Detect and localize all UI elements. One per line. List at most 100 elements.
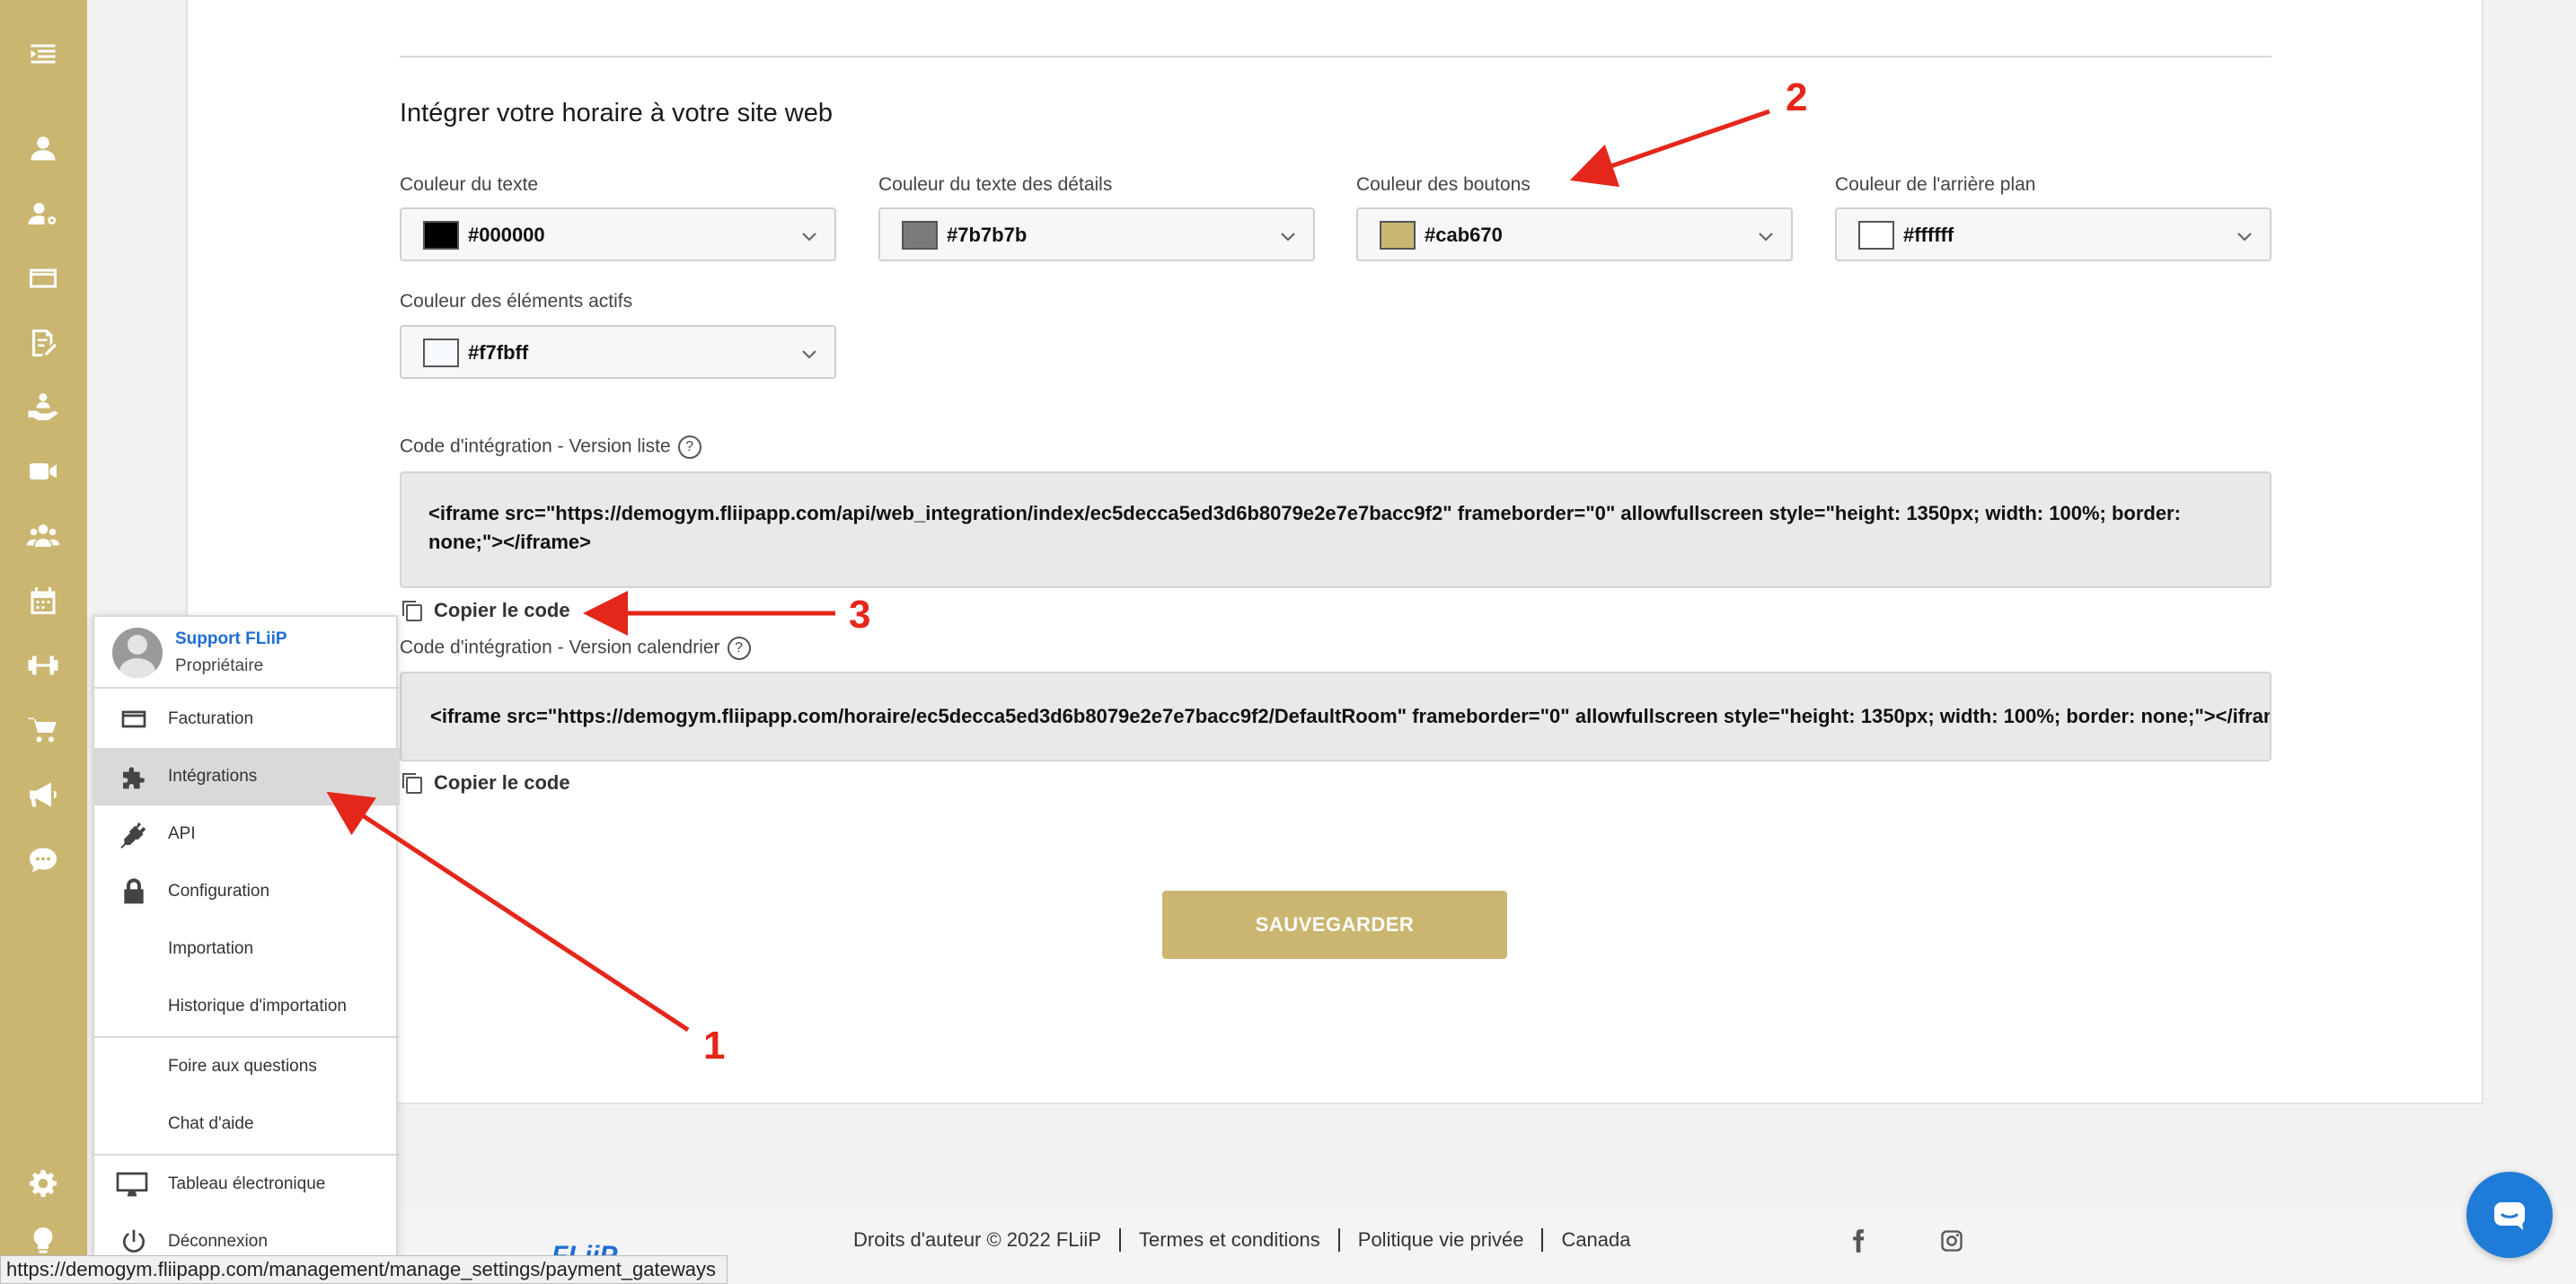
chat-icon <box>2494 1202 2525 1230</box>
menu-item-api[interactable]: API <box>94 805 400 863</box>
user-dropdown-menu: Support FLiiP Propriétaire Facturation I… <box>93 615 400 1262</box>
footer-separator <box>1337 1228 1340 1252</box>
megaphone-icon[interactable] <box>25 777 61 813</box>
color-swatch <box>902 221 938 250</box>
menu-item-configuration[interactable]: Configuration <box>94 863 400 920</box>
lightbulb-icon[interactable] <box>25 1223 61 1259</box>
copy-list-code-button[interactable]: Copier le code <box>400 598 570 623</box>
list-code-box[interactable]: <iframe src="https://demogym.fliipapp.co… <box>400 471 2272 588</box>
list-code-label: Code d'intégration - Version liste? <box>400 435 701 459</box>
chevron-down-icon <box>1757 227 1775 245</box>
menu-item-label: Chat d'aide <box>168 1114 254 1133</box>
user-name[interactable]: Support FLiiP <box>175 629 287 649</box>
copy-list-code-label: Copier le code <box>434 599 570 621</box>
button-color-label: Couleur des boutons <box>1356 174 1531 195</box>
chat-bubble-button[interactable] <box>2466 1172 2553 1258</box>
privacy-link[interactable]: Politique vie privée <box>1358 1228 1524 1252</box>
copy-calendar-code-label: Copier le code <box>434 771 570 794</box>
chevron-down-icon <box>2236 227 2254 245</box>
menu-item-label: Foire aux questions <box>168 1057 317 1076</box>
text-color-label: Couleur du texte <box>400 174 539 195</box>
gear-icon[interactable] <box>25 1165 61 1201</box>
save-button[interactable]: SAUVEGARDER <box>1162 891 1507 959</box>
user-icon[interactable] <box>25 130 61 166</box>
active-elements-color-value: #f7fbff <box>468 341 529 364</box>
menu-item-import-history[interactable]: Historique d'importation <box>94 978 400 1035</box>
list-code-label-text: Code d'intégration - Version liste <box>400 435 671 457</box>
monitor-icon <box>114 1170 150 1199</box>
copy-icon <box>402 773 422 794</box>
power-icon <box>119 1227 148 1256</box>
menu-item-label: Déconnexion <box>168 1232 268 1251</box>
menu-item-label: Historique d'importation <box>168 997 347 1016</box>
menu-item-importation[interactable]: Importation <box>94 920 400 978</box>
section-divider <box>400 56 2272 57</box>
calendar-icon[interactable] <box>25 583 61 619</box>
annotation-number-3: 3 <box>849 593 871 637</box>
calendar-code-box[interactable]: <iframe src="https://demogym.fliipapp.co… <box>400 672 2272 761</box>
section-title: Intégrer votre horaire à votre site web <box>400 99 833 128</box>
footer-links: Droits d'auteur © 2022 FLiiP Termes et c… <box>853 1228 1631 1252</box>
dumbbell-icon[interactable] <box>25 647 61 683</box>
cart-icon[interactable] <box>25 712 61 748</box>
menu-item-electronic-board[interactable]: Tableau électronique <box>94 1156 400 1213</box>
menu-item-integrations[interactable]: Intégrations <box>94 748 400 805</box>
menu-item-label: Tableau électronique <box>168 1174 326 1193</box>
status-bar-url: https://demogym.fliipapp.com/management/… <box>0 1255 728 1284</box>
footer-separator <box>1541 1228 1544 1252</box>
background-color-label: Couleur de l'arrière plan <box>1835 174 2036 195</box>
color-swatch <box>1380 221 1416 250</box>
lock-icon <box>119 877 148 906</box>
help-icon[interactable]: ? <box>727 637 751 660</box>
text-color-select[interactable]: #000000 <box>400 207 836 261</box>
menu-item-label: Intégrations <box>168 767 258 786</box>
menu-item-label: Importation <box>168 939 254 958</box>
terms-link[interactable]: Termes et conditions <box>1139 1228 1320 1252</box>
menu-collapse-icon[interactable] <box>25 36 61 72</box>
chevron-down-icon <box>800 345 818 363</box>
credit-card-icon[interactable] <box>25 260 61 296</box>
footer-separator <box>1119 1228 1121 1252</box>
menu-item-facturation[interactable]: Facturation <box>94 690 400 748</box>
chevron-down-icon <box>800 227 818 245</box>
copy-calendar-code-button[interactable]: Copier le code <box>400 770 570 796</box>
color-swatch <box>423 339 459 367</box>
instagram-icon[interactable] <box>1939 1228 1966 1255</box>
chevron-down-icon <box>1279 227 1297 245</box>
calendar-code-label: Code d'intégration - Version calendrier? <box>400 637 751 660</box>
background-color-select[interactable]: #ffffff <box>1835 207 2272 261</box>
calendar-code-label-text: Code d'intégration - Version calendrier <box>400 637 720 658</box>
details-text-color-select[interactable]: #7b7b7b <box>878 207 1315 261</box>
menu-item-help-chat[interactable]: Chat d'aide <box>94 1095 400 1153</box>
facebook-icon[interactable] <box>1846 1228 1873 1255</box>
button-color-select[interactable]: #cab670 <box>1356 207 1793 261</box>
avatar <box>112 628 163 678</box>
menu-item-label: API <box>168 824 196 843</box>
edit-document-icon[interactable] <box>25 325 61 361</box>
copy-icon <box>402 601 422 621</box>
puzzle-icon <box>119 762 148 791</box>
users-group-icon[interactable] <box>25 518 61 554</box>
video-icon[interactable] <box>25 453 61 489</box>
chat-icon[interactable] <box>25 842 61 878</box>
credit-card-icon <box>119 705 148 734</box>
user-role: Propriétaire <box>175 656 264 675</box>
menu-item-label: Configuration <box>168 882 270 901</box>
menu-item-label: Facturation <box>168 709 254 728</box>
country-link[interactable]: Canada <box>1561 1228 1630 1252</box>
help-icon[interactable]: ? <box>677 435 701 459</box>
copyright-text: Droits d'auteur © 2022 FLiiP <box>853 1228 1101 1251</box>
user-settings-icon[interactable] <box>25 196 61 232</box>
details-text-color-label: Couleur du texte des détails <box>878 174 1113 195</box>
annotation-number-2: 2 <box>1786 75 1808 119</box>
hand-holding-user-icon[interactable] <box>25 389 61 425</box>
details-text-color-value: #7b7b7b <box>947 224 1028 246</box>
button-color-value: #cab670 <box>1425 224 1503 246</box>
active-elements-color-select[interactable]: #f7fbff <box>400 325 836 379</box>
plug-icon <box>119 820 148 849</box>
background-color-value: #ffffff <box>1903 224 1954 246</box>
color-swatch <box>423 221 459 250</box>
annotation-number-1: 1 <box>703 1024 726 1068</box>
menu-item-faq[interactable]: Foire aux questions <box>94 1038 400 1095</box>
profile-header[interactable]: Support FLiiP Propriétaire <box>94 617 400 689</box>
